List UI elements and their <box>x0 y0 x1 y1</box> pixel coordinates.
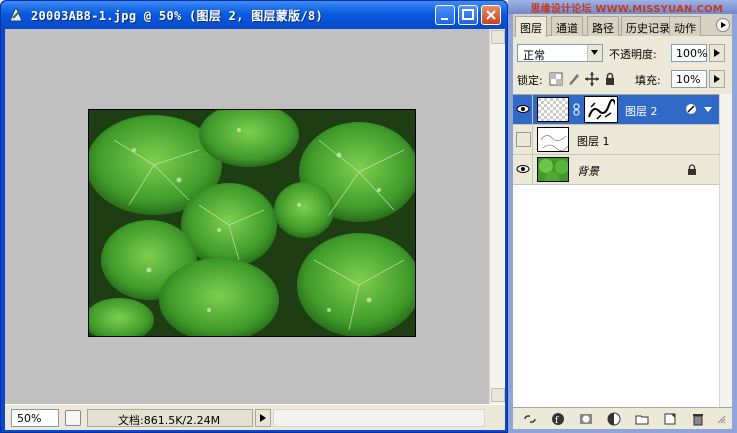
opacity-slider-button[interactable] <box>709 44 725 62</box>
layer-name: 图层 2 <box>625 105 658 118</box>
maximize-icon <box>462 9 474 20</box>
lock-image-pixels-icon[interactable] <box>567 72 581 86</box>
layer-thumbnail-transparent <box>537 97 569 122</box>
checkerboard-icon <box>538 98 568 121</box>
scroll-down-button[interactable] <box>491 388 505 402</box>
triangle-right-icon <box>714 49 720 57</box>
leaves-thumbnail-icon <box>539 159 568 181</box>
zoom-field[interactable]: 50% <box>11 409 59 427</box>
document-title: 20003AB8-1.jpg @ 50% (图层 2, 图层蒙版/8) <box>31 9 324 23</box>
panel-menu-button[interactable] <box>716 18 730 32</box>
fill-slider-button[interactable] <box>709 70 725 88</box>
fill-label: 填充: <box>635 74 661 87</box>
chain-link-icon <box>573 103 580 116</box>
chevron-down-icon <box>704 107 712 112</box>
close-icon <box>486 10 496 20</box>
layer-thumbnail-leaves-outline <box>537 127 569 152</box>
tab-history[interactable]: 历史记录 <box>621 16 675 36</box>
leaves-photo <box>89 110 415 336</box>
triangle-right-icon <box>721 22 726 28</box>
layers-panel-window: 思缘设计论坛 WWW.MISSYUAN.COM 图层 通道 路径 历史记录 动作… <box>508 0 737 433</box>
resize-grip-icon[interactable] <box>716 414 726 424</box>
eye-icon <box>516 165 530 173</box>
layers-list: 图层 2 图层 1 背景 <box>513 94 719 407</box>
layer-row-background[interactable]: 背景 <box>513 155 719 185</box>
layer-name: 背景 <box>577 165 599 178</box>
layer-style-icon <box>686 104 696 114</box>
document-title-bar[interactable]: 20003AB8-1.jpg @ 50% (图层 2, 图层蒙版/8) <box>1 1 507 29</box>
trash-icon[interactable] <box>691 412 705 426</box>
adjustment-layer-icon[interactable] <box>607 412 621 426</box>
opacity-field[interactable]: 100% <box>671 44 707 62</box>
blend-mode-select[interactable]: 正常 <box>517 44 603 62</box>
minimize-button[interactable] <box>435 5 455 25</box>
lock-icon <box>688 164 696 175</box>
sketch-pattern-icon <box>540 135 568 151</box>
hidden-eye-box <box>516 132 531 147</box>
layer-name: 图层 1 <box>577 135 610 148</box>
layer-row-layer-2[interactable]: 图层 2 <box>513 95 719 125</box>
triangle-right-icon <box>260 414 266 422</box>
tab-layers[interactable]: 图层 <box>515 16 547 37</box>
new-layer-icon[interactable] <box>663 412 677 426</box>
tab-actions[interactable]: 动作 <box>669 16 701 36</box>
opacity-label: 不透明度: <box>609 48 657 61</box>
document-size-info: 文档:861.5K/2.24M <box>87 409 253 427</box>
layers-panel-footer: f <box>513 407 732 429</box>
panel-tabs: 图层 通道 路径 历史记录 动作 <box>513 14 732 37</box>
mask-pattern-icon <box>588 99 615 120</box>
photoshop-document-icon <box>9 8 23 22</box>
lock-transparency-icon[interactable] <box>549 72 563 86</box>
minimize-icon <box>441 18 448 20</box>
panel-title-bar[interactable]: 思缘设计论坛 WWW.MISSYUAN.COM <box>508 0 737 15</box>
layers-list-scrollbar[interactable] <box>719 94 732 407</box>
photoshop-workspace: 20003AB8-1.jpg @ 50% (图层 2, 图层蒙版/8) 50% … <box>0 0 737 433</box>
document-body: 50% 文档:861.5K/2.24M <box>5 29 505 430</box>
document-horizontal-scrollbar[interactable] <box>273 409 485 427</box>
document-window: 20003AB8-1.jpg @ 50% (图层 2, 图层蒙版/8) 50% … <box>0 0 508 433</box>
blend-mode-value: 正常 <box>523 49 545 62</box>
tab-paths[interactable]: 路径 <box>587 16 619 36</box>
maximize-button[interactable] <box>458 5 478 25</box>
link-layers-icon[interactable] <box>523 412 537 426</box>
leaf-image-canvas[interactable] <box>88 109 416 337</box>
visibility-toggle[interactable] <box>513 125 533 154</box>
zoom-preview-icon[interactable] <box>65 410 81 426</box>
layer-thumbnail-background <box>537 157 569 182</box>
canvas-area[interactable] <box>5 29 489 404</box>
layer-row-layer-1[interactable]: 图层 1 <box>513 125 719 155</box>
close-button[interactable] <box>481 5 501 25</box>
add-layer-mask-icon[interactable] <box>579 412 593 426</box>
lock-label: 锁定: <box>517 74 543 87</box>
layer-mask-thumbnail[interactable] <box>584 96 618 123</box>
status-menu-arrow-button[interactable] <box>255 409 271 427</box>
visibility-toggle[interactable] <box>513 95 533 124</box>
new-group-folder-icon[interactable] <box>635 412 649 426</box>
layers-panel: 图层 通道 路径 历史记录 动作 正常 不透明度: 100% 锁定: 填充: 1… <box>513 14 732 429</box>
tab-channels[interactable]: 通道 <box>551 16 583 36</box>
lock-all-icon[interactable] <box>603 72 617 86</box>
scroll-up-button[interactable] <box>491 30 505 44</box>
fill-field[interactable]: 10% <box>671 70 707 88</box>
eye-icon <box>516 105 530 113</box>
document-status-bar: 50% 文档:861.5K/2.24M <box>5 404 505 430</box>
triangle-right-icon <box>714 75 720 83</box>
visibility-toggle[interactable] <box>513 155 533 184</box>
layer-style-button-icon[interactable]: f <box>551 412 565 426</box>
watermark-text: 思缘设计论坛 WWW.MISSYUAN.COM <box>530 4 723 15</box>
chevron-down-icon <box>587 45 602 61</box>
lock-position-icon[interactable] <box>585 72 599 86</box>
document-vertical-scrollbar[interactable] <box>489 29 505 404</box>
